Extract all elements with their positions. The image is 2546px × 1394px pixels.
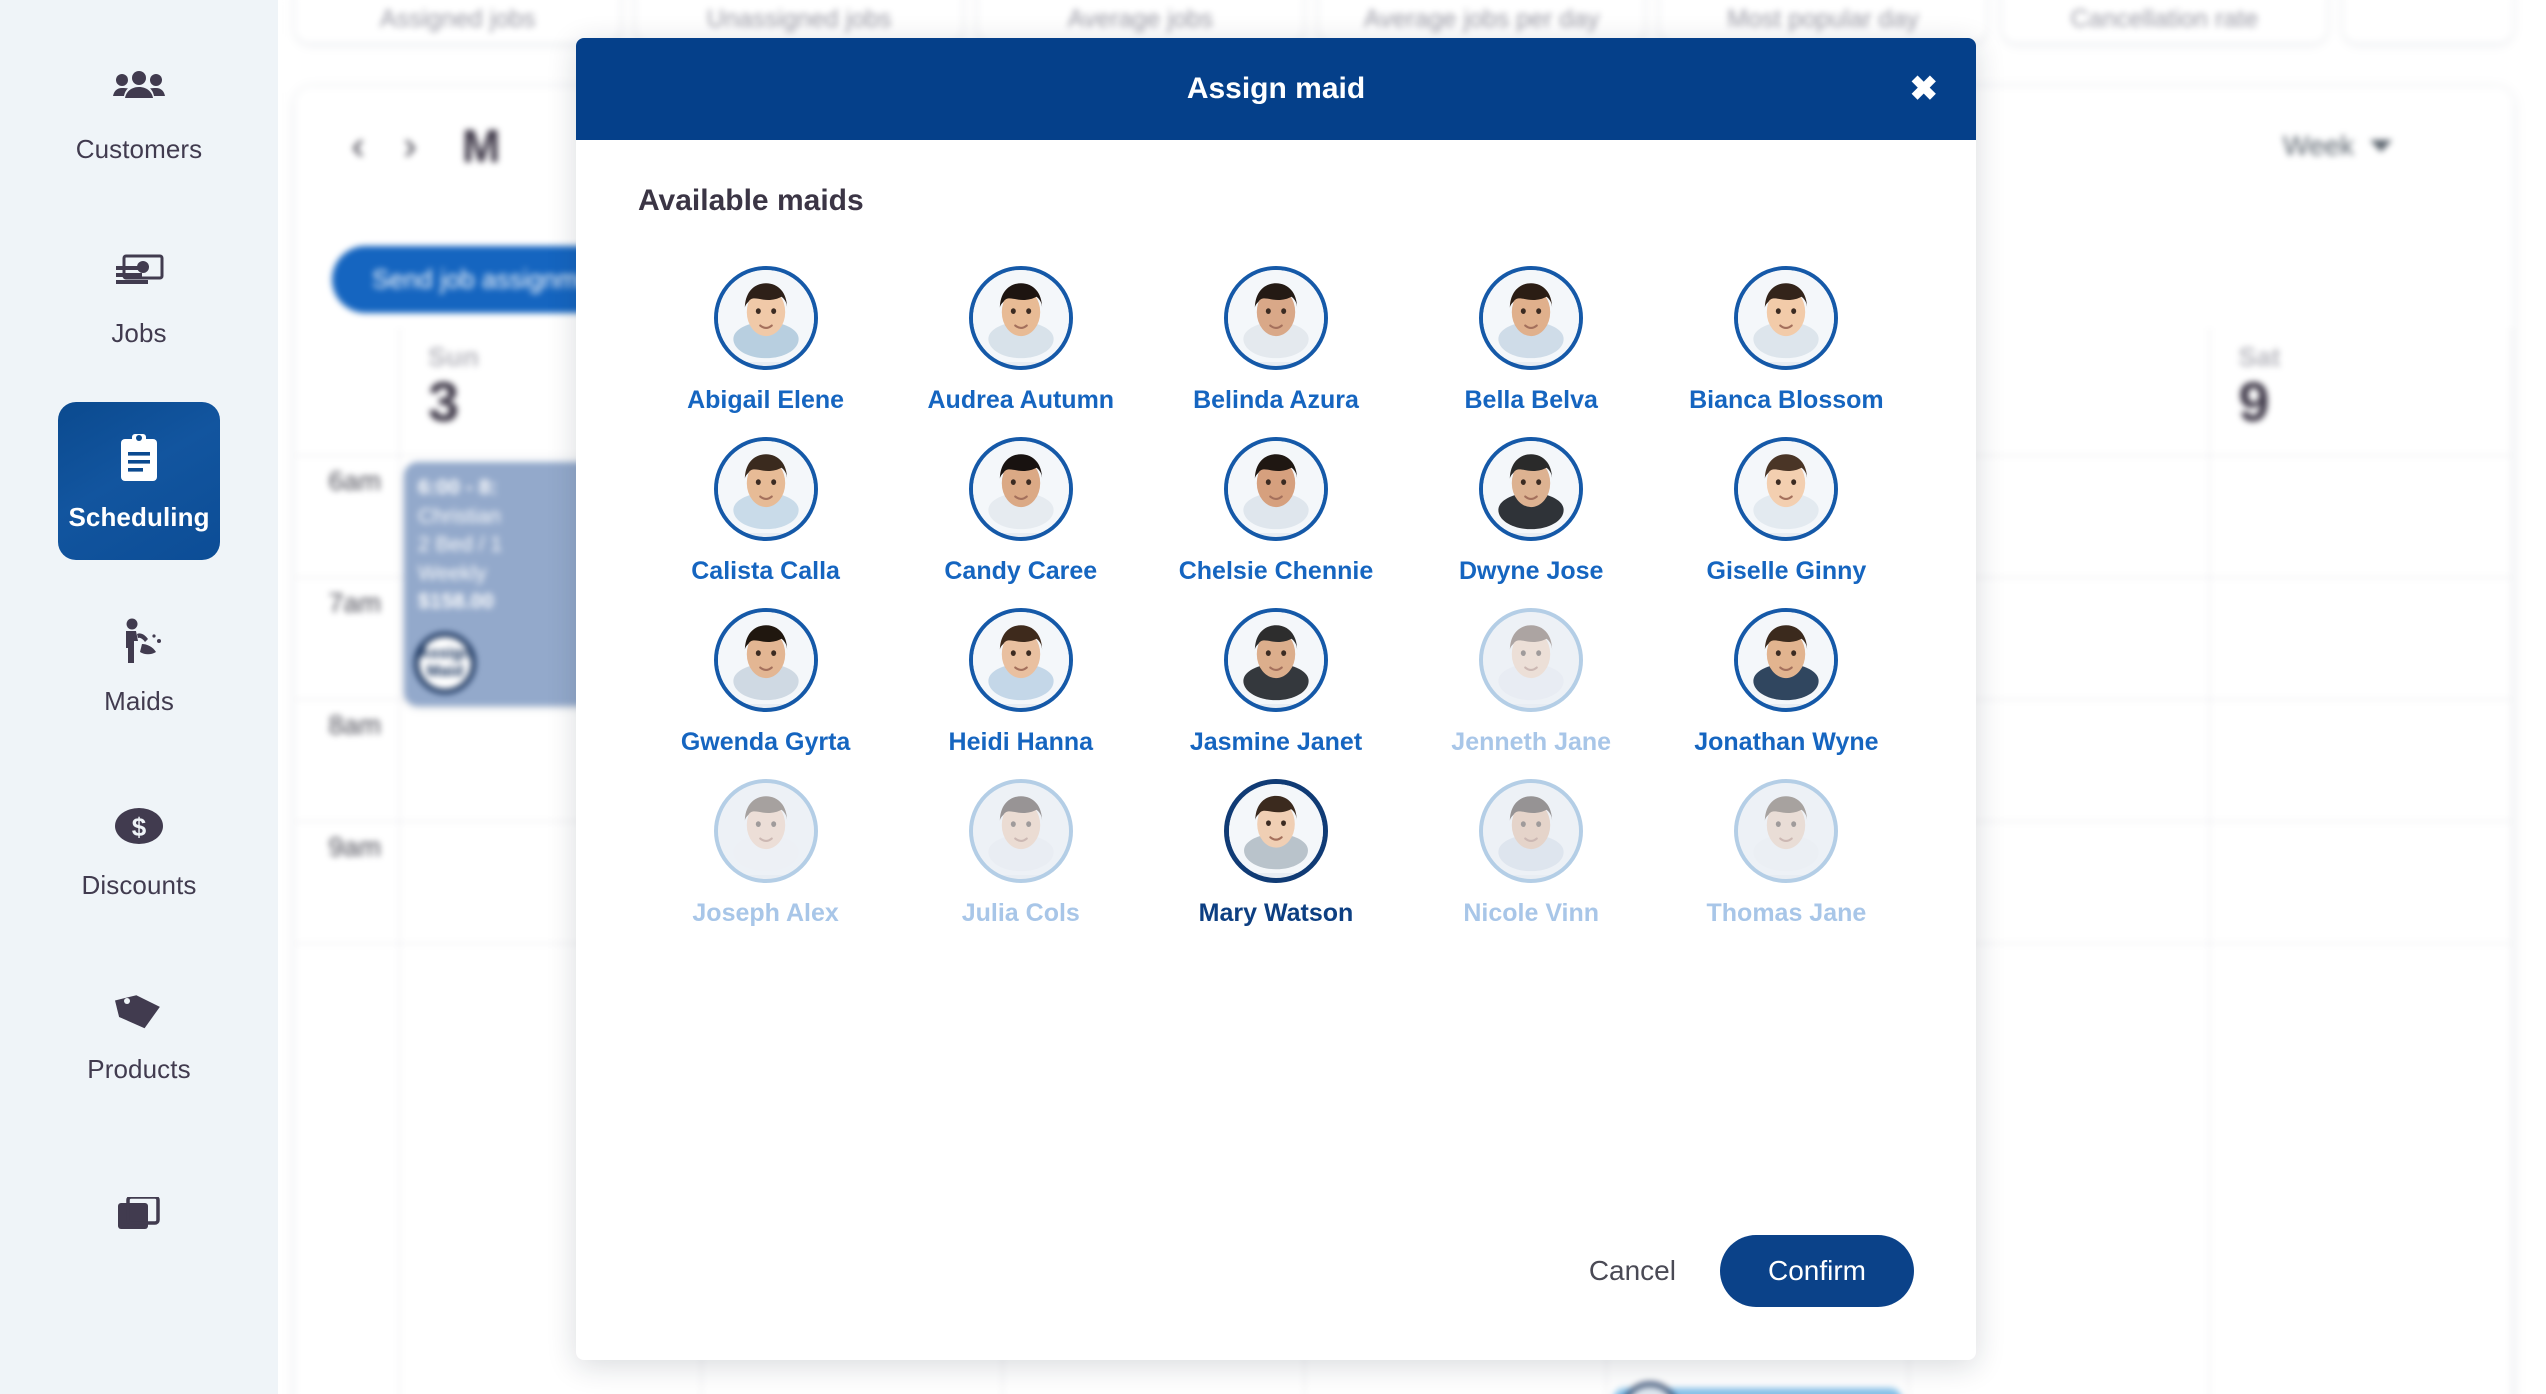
- close-icon[interactable]: ✖: [1910, 72, 1939, 106]
- maid-avatar: [1479, 608, 1584, 712]
- maid-option[interactable]: Gwenda Gyrta: [638, 596, 893, 757]
- modal-header: Assign maid ✖: [576, 38, 1976, 140]
- confirm-button[interactable]: Confirm: [1719, 1235, 1914, 1307]
- maid-option[interactable]: Abigail Elene: [638, 254, 893, 415]
- maid-name: Abigail Elene: [687, 386, 845, 414]
- maid-name: Bianca Blossom: [1689, 386, 1884, 414]
- maid-name: Heidi Hanna: [948, 728, 1094, 756]
- app-root: Customers Jobs Scheduling Maids $ Discou…: [0, 0, 2546, 1394]
- modal-footer: Cancel Confirm: [576, 1210, 1976, 1360]
- maid-name: Nicole Vinn: [1463, 899, 1600, 927]
- maid-option[interactable]: Bianca Blossom: [1659, 254, 1914, 415]
- maid-name: Giselle Ginny: [1706, 557, 1867, 585]
- modal-body: Available maids Abigail Elene Audrea Autu…: [576, 140, 1976, 1210]
- maid-avatar: [968, 608, 1073, 712]
- assign-maid-modal: Assign maid ✖ Available maids Abigail El…: [576, 38, 1976, 1360]
- maid-avatar: [713, 779, 818, 883]
- maid-option[interactable]: Audrea Autumn: [893, 254, 1148, 415]
- maid-option[interactable]: Jasmine Janet: [1148, 596, 1403, 757]
- maid-name: Joseph Alex: [692, 899, 839, 927]
- maid-name: Julia Cols: [961, 899, 1080, 927]
- maid-grid: Abigail Elene Audrea Autumn Belinda Azura B…: [638, 254, 1914, 928]
- maid-avatar: [1734, 437, 1839, 541]
- maid-name: Jenneth Jane: [1451, 728, 1612, 756]
- maid-name: Candy Caree: [944, 557, 1098, 585]
- maid-option[interactable]: Jonathan Wyne: [1659, 596, 1914, 757]
- maid-option[interactable]: Calista Calla: [638, 425, 893, 586]
- maid-option[interactable]: Mary Watson: [1148, 767, 1403, 928]
- maid-avatar: [1223, 266, 1328, 370]
- maid-name: Dwyne Jose: [1458, 557, 1604, 585]
- maid-option[interactable]: Heidi Hanna: [893, 596, 1148, 757]
- maid-option[interactable]: Jenneth Jane: [1404, 596, 1659, 757]
- maid-avatar: [1223, 608, 1328, 712]
- maid-name: Mary Watson: [1198, 899, 1354, 927]
- modal-title: Assign maid: [1186, 72, 1366, 105]
- maid-avatar: [1734, 266, 1839, 370]
- available-maids-heading: Available maids: [638, 184, 864, 217]
- maid-avatar: [1223, 779, 1328, 883]
- maid-option[interactable]: Belinda Azura: [1148, 254, 1403, 415]
- maid-option[interactable]: Thomas Jane: [1659, 767, 1914, 928]
- maid-option[interactable]: Dwyne Jose: [1404, 425, 1659, 586]
- maid-name: Bella Belva: [1464, 386, 1598, 414]
- maid-option[interactable]: Bella Belva: [1404, 254, 1659, 415]
- maid-avatar: [1223, 437, 1328, 541]
- maid-avatar: [1734, 608, 1839, 712]
- maid-avatar: [713, 266, 818, 370]
- maid-avatar: [968, 437, 1073, 541]
- maid-name: Calista Calla: [691, 557, 840, 585]
- maid-avatar: [1479, 779, 1584, 883]
- maid-name: Jasmine Janet: [1189, 728, 1363, 756]
- cancel-button[interactable]: Cancel: [1589, 1255, 1676, 1287]
- maid-avatar: [968, 779, 1073, 883]
- maid-avatar: [713, 608, 818, 712]
- maid-avatar: [1734, 779, 1839, 883]
- maid-option[interactable]: Joseph Alex: [638, 767, 893, 928]
- maid-name: Belinda Azura: [1193, 386, 1359, 414]
- maid-option[interactable]: Julia Cols: [893, 767, 1148, 928]
- maid-option[interactable]: Candy Caree: [893, 425, 1148, 586]
- maid-name: Jonathan Wyne: [1694, 728, 1879, 756]
- maid-option[interactable]: Nicole Vinn: [1404, 767, 1659, 928]
- maid-name: Thomas Jane: [1706, 899, 1867, 927]
- maid-option[interactable]: Giselle Ginny: [1659, 425, 1914, 586]
- maid-avatar: [713, 437, 818, 541]
- maid-option[interactable]: Chelsie Chennie: [1148, 425, 1403, 586]
- maid-name: Chelsie Chennie: [1178, 557, 1374, 585]
- maid-avatar: [1479, 266, 1584, 370]
- maid-avatar: [968, 266, 1073, 370]
- maid-avatar: [1479, 437, 1584, 541]
- maid-name: Audrea Autumn: [927, 386, 1115, 414]
- maid-name: Gwenda Gyrta: [680, 728, 851, 756]
